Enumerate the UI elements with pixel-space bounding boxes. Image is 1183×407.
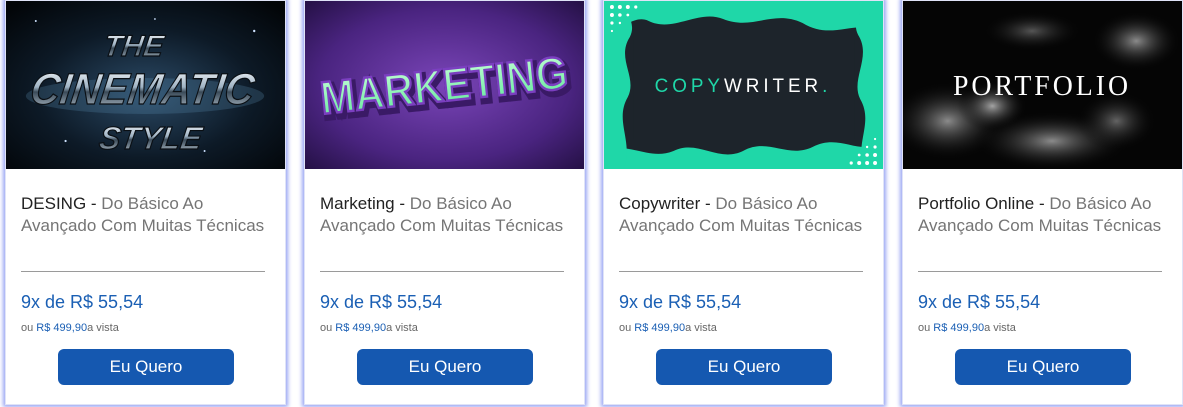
cash-suffix: a vista bbox=[386, 322, 418, 334]
course-title: Marketing - Do Básico Ao Avançado Com Mu… bbox=[320, 193, 580, 237]
cash-suffix: a vista bbox=[87, 322, 119, 334]
divider bbox=[918, 271, 1162, 272]
cash-price: R$ 499,90 bbox=[634, 322, 686, 334]
course-name: Copywriter bbox=[619, 194, 701, 213]
cash-price-line: ou R$ 499,90a vista bbox=[21, 322, 119, 334]
installment-price: 9x de R$ 55,54 bbox=[320, 292, 443, 312]
course-name: Portfolio Online bbox=[918, 194, 1035, 213]
cinematic-line-2: CINEMATIC bbox=[27, 65, 258, 114]
cinematic-line-1: THE bbox=[102, 30, 167, 63]
title-separator: - bbox=[394, 194, 410, 213]
course-card-copywriter[interactable]: COPYWRITER. Copywriter - Do Básico Ao Av… bbox=[603, 0, 884, 405]
divider bbox=[21, 271, 265, 272]
buy-button[interactable]: Eu Quero bbox=[955, 349, 1131, 385]
course-image-copywriter[interactable]: COPYWRITER. bbox=[604, 1, 883, 169]
cash-suffix: a vista bbox=[685, 322, 717, 334]
course-image-cinematic-style[interactable]: THE CINEMATIC STYLE bbox=[6, 1, 285, 169]
cash-price: R$ 499,90 bbox=[36, 322, 88, 334]
title-separator: - bbox=[700, 194, 716, 213]
copywriter-word-copy: COPY bbox=[655, 76, 724, 97]
cash-price: R$ 499,90 bbox=[335, 322, 387, 334]
cash-suffix: a vista bbox=[984, 322, 1016, 334]
installment-price: 9x de R$ 55,54 bbox=[21, 292, 144, 312]
cash-price-line: ou R$ 499,90a vista bbox=[918, 322, 1016, 334]
cash-prefix: ou bbox=[21, 322, 37, 334]
course-title: DESING - Do Básico Ao Avançado Com Muita… bbox=[21, 193, 281, 237]
course-image-marketing[interactable]: MARKETING MARKETING bbox=[305, 1, 584, 169]
course-title: Portfolio Online - Do Básico Ao Avançado… bbox=[918, 193, 1178, 237]
copywriter-wordmark: COPYWRITER. bbox=[655, 76, 832, 97]
buy-button[interactable]: Eu Quero bbox=[58, 349, 234, 385]
cash-price-line: ou R$ 499,90a vista bbox=[619, 322, 717, 334]
buy-button[interactable]: Eu Quero bbox=[357, 349, 533, 385]
course-card-portfolio[interactable]: PORTFOLIO Portfolio Online - Do Básico A… bbox=[902, 0, 1183, 405]
title-separator: - bbox=[1034, 194, 1050, 213]
course-image-portfolio[interactable]: PORTFOLIO bbox=[903, 1, 1182, 169]
cash-price: R$ 499,90 bbox=[933, 322, 985, 334]
course-card-design[interactable]: THE CINEMATIC STYLE DESING - Do Básico A… bbox=[5, 0, 286, 405]
title-separator: - bbox=[86, 194, 102, 213]
copywriter-word-writer: WRITER bbox=[724, 76, 822, 97]
portfolio-wordmark: PORTFOLIO bbox=[953, 71, 1131, 102]
divider bbox=[320, 271, 564, 272]
cash-price-line: ou R$ 499,90a vista bbox=[320, 322, 418, 334]
course-name: DESING bbox=[21, 194, 87, 213]
installment-price: 9x de R$ 55,54 bbox=[918, 292, 1041, 312]
copywriter-word-dot: . bbox=[822, 76, 831, 97]
buy-button[interactable]: Eu Quero bbox=[656, 349, 832, 385]
cash-prefix: ou bbox=[918, 322, 934, 334]
cash-prefix: ou bbox=[619, 322, 635, 334]
divider bbox=[619, 271, 863, 272]
installment-price: 9x de R$ 55,54 bbox=[619, 292, 742, 312]
cash-prefix: ou bbox=[320, 322, 336, 334]
course-card-list: THE CINEMATIC STYLE DESING - Do Básico A… bbox=[0, 0, 1183, 407]
course-name: Marketing bbox=[320, 194, 395, 213]
course-title: Copywriter - Do Básico Ao Avançado Com M… bbox=[619, 193, 879, 237]
course-card-marketing[interactable]: MARKETING MARKETING Marketing - Do Básic… bbox=[304, 0, 585, 405]
cinematic-line-3: STYLE bbox=[97, 120, 206, 156]
